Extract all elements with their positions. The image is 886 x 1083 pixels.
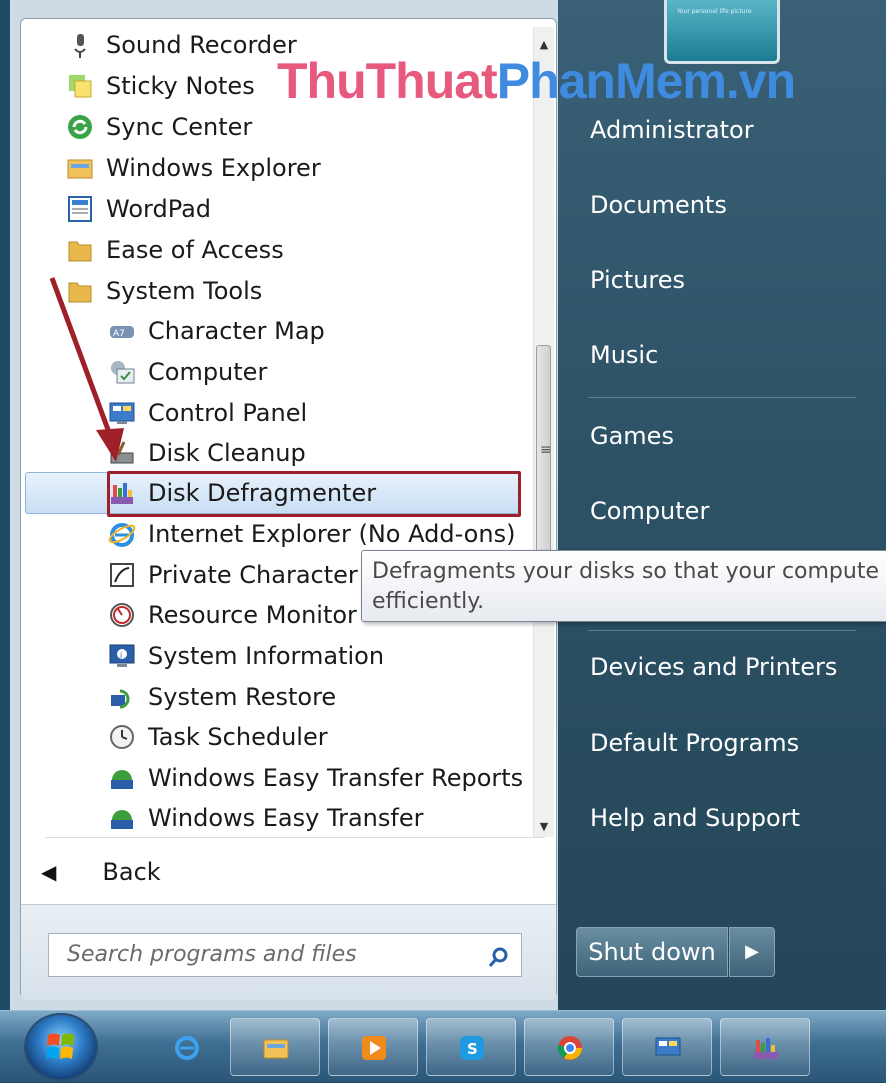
list-item-label: Windows Easy Transfer (148, 804, 424, 832)
search-icon[interactable] (487, 942, 511, 967)
list-item-label: Character Map (148, 317, 325, 345)
sync-center-icon (66, 113, 94, 141)
windows-explorer-icon (66, 154, 94, 182)
control-panel-icon (655, 1037, 681, 1056)
search-input[interactable]: Search programs and files (48, 933, 522, 977)
list-item-windows-easy-transfer-reports[interactable]: Windows Easy Transfer Reports (108, 758, 523, 798)
list-item-label: Disk Cleanup (148, 439, 306, 467)
list-item-label: Sound Recorder (106, 31, 297, 59)
private-character-editor-icon (108, 561, 136, 589)
list-item-internet-explorer-no-addons[interactable]: Internet Explorer (No Add-ons) (108, 514, 515, 554)
list-item-label: Internet Explorer (No Add-ons) (148, 520, 516, 548)
taskbar-file-explorer[interactable] (230, 1018, 320, 1076)
list-item-windows-explorer[interactable]: Windows Explorer (66, 148, 321, 188)
list-item-label: Computer (148, 358, 268, 386)
internet-explorer-icon (175, 1036, 199, 1060)
annotation-red-box (107, 471, 521, 517)
list-item-label: Task Scheduler (148, 723, 328, 751)
disk-defragmenter-icon (754, 1038, 778, 1059)
divider (588, 630, 856, 631)
list-item-label: Control Panel (148, 399, 308, 427)
right-item-pictures[interactable]: Pictures (590, 266, 685, 294)
list-item-system-restore[interactable]: System Restore (108, 677, 336, 717)
svg-text:i: i (120, 651, 122, 660)
list-item-windows-easy-transfer[interactable]: Windows Easy Transfer (108, 798, 423, 838)
taskbar-internet-explorer[interactable] (142, 1018, 232, 1076)
right-item-documents[interactable]: Documents (590, 191, 727, 219)
list-item-wordpad[interactable]: WordPad (66, 189, 211, 229)
scroll-down-arrow-icon[interactable]: ▼ (534, 817, 554, 837)
right-item-computer[interactable]: Computer (590, 497, 709, 525)
list-item-label: System Restore (148, 683, 337, 711)
list-item-label: Sync Center (106, 113, 253, 141)
windows-logo-icon (46, 1033, 74, 1059)
taskbar-media-player[interactable] (328, 1018, 418, 1076)
item-tooltip: Defragments your disks so that your comp… (361, 550, 886, 622)
list-item-task-scheduler[interactable]: Task Scheduler (108, 717, 328, 757)
right-item-administrator[interactable]: Administrator (590, 116, 754, 144)
back-button[interactable]: ◀ Back (41, 851, 161, 893)
file-explorer-icon (263, 1039, 289, 1059)
svg-text:S: S (467, 1040, 478, 1058)
search-area: Search programs and files (21, 904, 556, 1000)
wordpad-icon (66, 195, 94, 223)
programs-scrollbar[interactable]: ▲ ≡ ▼ (533, 27, 554, 837)
watermark: ThuThuatPhanMem.vn (277, 53, 796, 109)
search-placeholder: Search programs and files (67, 942, 357, 967)
divider (588, 397, 856, 398)
task-scheduler-icon (108, 723, 136, 751)
right-item-music[interactable]: Music (590, 341, 658, 369)
divider (45, 837, 545, 838)
resource-monitor-icon (108, 601, 136, 629)
list-item-sound-recorder[interactable]: Sound Recorder (66, 25, 297, 65)
list-item-ease-of-access[interactable]: Ease of Access (66, 230, 284, 270)
tooltip-line: efficiently. (372, 589, 485, 614)
right-item-devices-and-printers[interactable]: Devices and Printers (590, 653, 837, 681)
list-item-sync-center[interactable]: Sync Center (66, 107, 252, 147)
taskbar-disk-defragmenter[interactable] (720, 1018, 810, 1076)
programs-panel: Sound Recorder Sticky Notes Sync Center … (20, 18, 557, 1000)
right-item-default-programs[interactable]: Default Programs (590, 729, 799, 757)
list-item-sticky-notes[interactable]: Sticky Notes (66, 66, 255, 106)
list-item-label: Windows Explorer (106, 154, 321, 182)
system-restore-icon (108, 683, 136, 711)
back-arrow-icon: ◀ (41, 860, 57, 884)
list-item-label: Ease of Access (106, 236, 284, 264)
taskbar-skype[interactable]: S (426, 1018, 516, 1076)
taskbar-control-panel[interactable] (622, 1018, 712, 1076)
skype-icon: S (460, 1036, 484, 1060)
sticky-notes-icon (66, 72, 94, 100)
user-tile-caption: Your personal life picture (677, 8, 752, 15)
easy-transfer-icon (108, 764, 136, 792)
start-button[interactable] (24, 1013, 98, 1081)
media-player-icon (362, 1036, 386, 1060)
list-item-label: Sticky Notes (106, 72, 255, 100)
shutdown-options-arrow-icon[interactable]: ▶ (729, 927, 775, 977)
easy-transfer-icon (108, 804, 136, 832)
taskbar: S (0, 1010, 886, 1082)
list-item-system-information[interactable]: i System Information (108, 636, 384, 676)
list-item-label: System Information (148, 642, 385, 670)
list-item-label: Windows Easy Transfer Reports (148, 764, 524, 792)
microphone-icon (66, 31, 94, 59)
internet-explorer-icon (108, 520, 136, 548)
list-item-character-map[interactable]: A7 Character Map (108, 311, 325, 351)
taskbar-chrome[interactable] (524, 1018, 614, 1076)
tooltip-line: Defragments your disks so that your comp… (372, 559, 879, 584)
annotation-arrow-icon (49, 277, 124, 462)
scroll-grip-icon: ≡ (540, 442, 552, 458)
list-item-resource-monitor[interactable]: Resource Monitor (108, 595, 357, 635)
right-item-games[interactable]: Games (590, 422, 674, 450)
shutdown-button[interactable]: Shut down (576, 927, 728, 977)
back-label: Back (102, 858, 161, 886)
chrome-icon (557, 1036, 582, 1060)
list-item-label: WordPad (106, 195, 212, 223)
right-item-help-and-support[interactable]: Help and Support (590, 804, 800, 832)
folder-icon (66, 236, 94, 264)
scroll-thumb[interactable]: ≡ (536, 345, 552, 557)
list-item-label: Resource Monitor (148, 601, 357, 629)
system-information-icon: i (108, 642, 136, 670)
